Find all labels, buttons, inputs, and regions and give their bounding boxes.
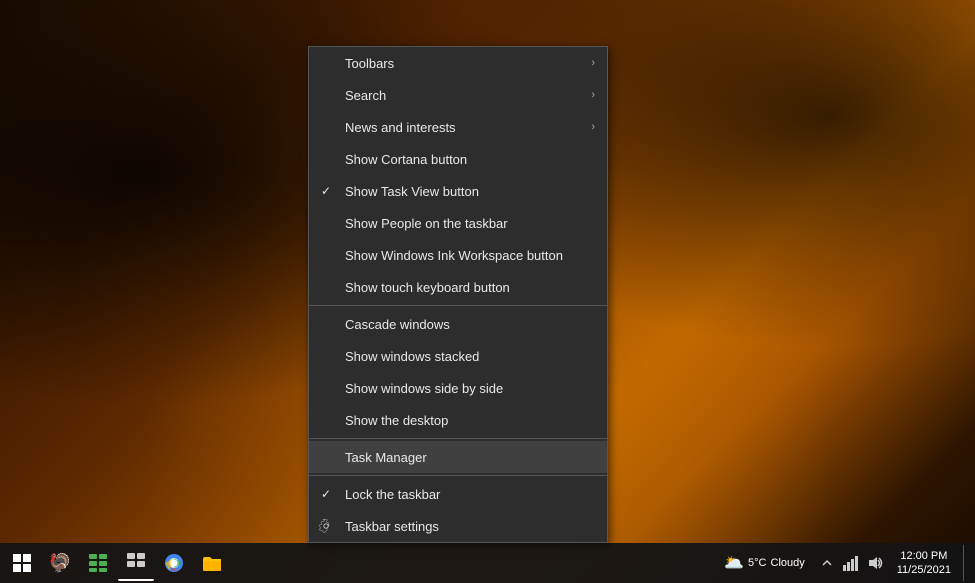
network-icon[interactable] xyxy=(841,553,861,573)
check-icon: ✓ xyxy=(321,184,331,198)
file-explorer-icon[interactable] xyxy=(194,545,230,581)
taskbar-left: 🦃 xyxy=(0,545,234,581)
menu-item-side_by_side[interactable]: Show windows side by side xyxy=(309,372,607,404)
check-icon: ✓ xyxy=(321,487,331,501)
menu-item-lock_taskbar[interactable]: ✓ Lock the taskbar xyxy=(309,478,607,510)
menu-divider xyxy=(309,305,607,306)
volume-icon[interactable] xyxy=(865,553,885,573)
context-menu: Toolbars›Search›News and interests›Show … xyxy=(308,46,608,543)
menu-item-label: Taskbar settings xyxy=(345,519,591,534)
menu-item-news[interactable]: News and interests› xyxy=(309,111,607,143)
menu-item-task_manager[interactable]: Task Manager xyxy=(309,441,607,473)
menu-item-taskview[interactable]: ✓ Show Task View button xyxy=(309,175,607,207)
menu-item-label: Task Manager xyxy=(345,450,591,465)
menu-item-label: Show windows side by side xyxy=(345,381,591,396)
menu-item-taskbar_settings[interactable]: Taskbar settings xyxy=(309,510,607,542)
taskbar-right: 🌥️ 5°C Cloudy xyxy=(708,543,975,583)
menu-item-people[interactable]: Show People on the taskbar xyxy=(309,207,607,239)
menu-item-label: Show the desktop xyxy=(345,413,591,428)
weather-widget[interactable]: 🌥️ 5°C Cloudy xyxy=(716,553,813,573)
submenu-arrow-icon: › xyxy=(591,89,595,101)
weather-condition: Cloudy xyxy=(771,557,805,569)
menu-item-label: Toolbars xyxy=(345,56,591,71)
turkey-icon[interactable]: 🦃 xyxy=(42,545,78,581)
chrome-icon[interactable] xyxy=(156,545,192,581)
menu-divider xyxy=(309,475,607,476)
menu-item-toolbars[interactable]: Toolbars› xyxy=(309,47,607,79)
menu-item-search[interactable]: Search› xyxy=(309,79,607,111)
menu-item-label: Show windows stacked xyxy=(345,349,591,364)
multiview-button[interactable] xyxy=(118,545,154,581)
menu-item-cascade[interactable]: Cascade windows xyxy=(309,308,607,340)
menu-item-cortana[interactable]: Show Cortana button xyxy=(309,143,607,175)
tray-expand-button[interactable] xyxy=(817,553,837,573)
menu-item-label: Lock the taskbar xyxy=(345,487,591,502)
menu-item-label: Cascade windows xyxy=(345,317,591,332)
menu-item-keyboard[interactable]: Show touch keyboard button xyxy=(309,271,607,303)
menu-item-stacked[interactable]: Show windows stacked xyxy=(309,340,607,372)
menu-item-label: Show Cortana button xyxy=(345,152,591,167)
taskbar: 🦃 xyxy=(0,543,975,583)
start-button[interactable] xyxy=(4,545,40,581)
gear-icon xyxy=(319,519,333,533)
menu-item-desktop[interactable]: Show the desktop xyxy=(309,404,607,436)
show-desktop-button[interactable] xyxy=(963,545,967,581)
menu-item-label: Show Task View button xyxy=(345,184,591,199)
menu-divider xyxy=(309,438,607,439)
menu-item-label: Show People on the taskbar xyxy=(345,216,591,231)
taskview-button[interactable] xyxy=(80,545,116,581)
weather-icon: 🌥️ xyxy=(724,553,744,573)
clock-date: 11/25/2021 xyxy=(897,563,951,577)
menu-item-ink[interactable]: Show Windows Ink Workspace button xyxy=(309,239,607,271)
clock-area[interactable]: 12:00 PM 11/25/2021 xyxy=(889,549,959,578)
menu-item-label: Show touch keyboard button xyxy=(345,280,591,295)
clock-time: 12:00 PM xyxy=(900,549,947,563)
submenu-arrow-icon: › xyxy=(591,121,595,133)
menu-item-label: News and interests xyxy=(345,120,591,135)
submenu-arrow-icon: › xyxy=(591,57,595,69)
menu-item-label: Search xyxy=(345,88,591,103)
weather-temp: 5°C xyxy=(748,557,766,569)
system-tray xyxy=(817,553,885,573)
menu-item-label: Show Windows Ink Workspace button xyxy=(345,248,591,263)
